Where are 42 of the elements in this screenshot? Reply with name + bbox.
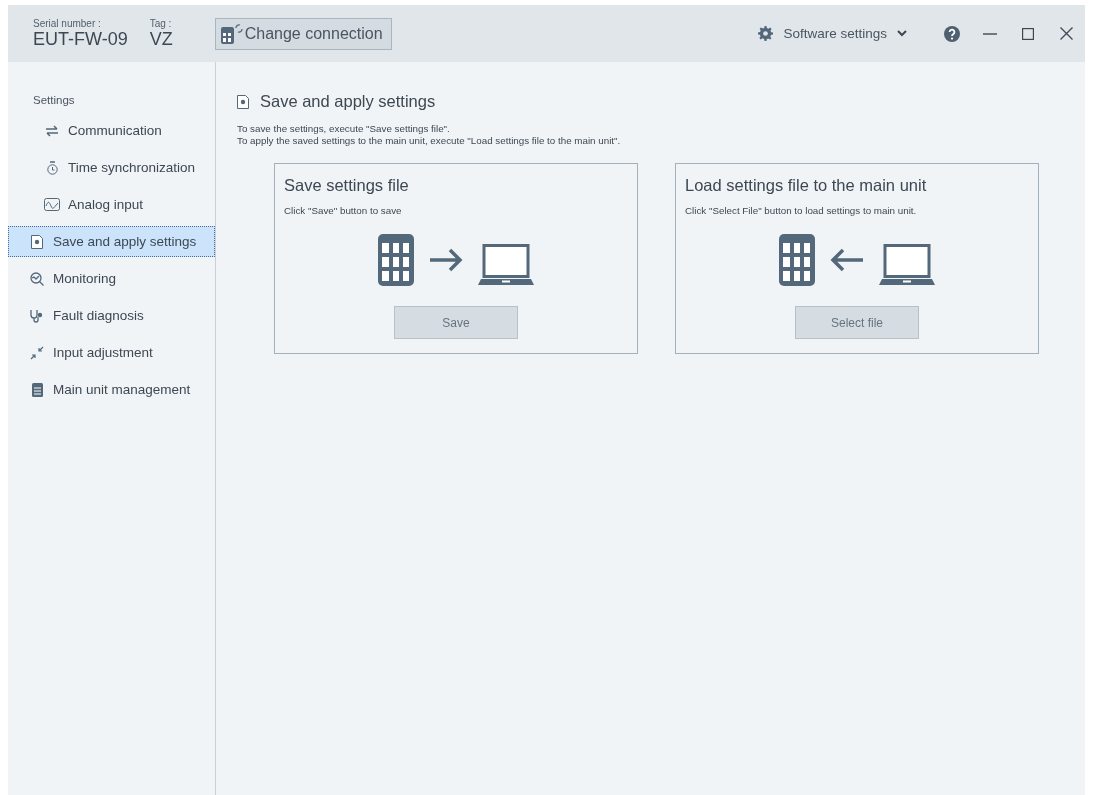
nav-item[interactable]: Save and apply settings: [8, 226, 215, 257]
nav-item[interactable]: Communication: [8, 115, 215, 146]
laptop-icon: [478, 244, 534, 286]
nav-item[interactable]: Main unit management: [8, 374, 215, 405]
card-description: Click "Select File" button to load settings to main unit.: [685, 205, 918, 216]
description-text: To save the settings, execute "Save settings file".: [237, 123, 451, 135]
tag-label: Tag :: [149, 18, 173, 29]
device-icon: [31, 382, 43, 397]
stopwatch-icon: [45, 160, 59, 175]
nav-item[interactable]: Analog input: [8, 189, 215, 220]
minimize-icon: [983, 32, 997, 35]
chevron-down-icon: [897, 30, 907, 37]
stethoscope-icon: [30, 308, 44, 323]
card-title: Load settings file to the main unit: [685, 176, 928, 195]
maximize-icon: [1022, 27, 1034, 40]
card-title: Save settings file: [284, 176, 410, 195]
serial-number-value: EUT-FW-09: [33, 29, 128, 49]
change-connection-button[interactable]: Change connection: [214, 17, 392, 50]
device-icon: [779, 234, 815, 286]
magnifier-icon: [29, 271, 45, 286]
document-gear-icon: [237, 94, 249, 109]
exchange-icon: [45, 124, 59, 137]
card-description: Click "Save" button to save: [284, 205, 403, 216]
serial-number-label: Serial number :: [33, 18, 102, 29]
laptop-icon: [879, 244, 935, 286]
waveform-icon: [44, 198, 60, 211]
device-icon: [378, 234, 414, 286]
nav-item[interactable]: Monitoring: [8, 263, 215, 294]
tag-value: VZ: [149, 29, 173, 49]
nav-item[interactable]: Fault diagnosis: [8, 300, 215, 331]
arrows-inward-icon: [30, 345, 44, 360]
software-settings-menu[interactable]: Software settings: [752, 25, 913, 42]
document-gear-icon: [31, 234, 43, 249]
settings-icon: [758, 26, 774, 41]
nav-item[interactable]: Input adjustment: [8, 337, 215, 368]
help-icon: [944, 25, 960, 42]
nav-item[interactable]: Time synchronization: [8, 152, 215, 183]
close-icon: [1059, 27, 1073, 40]
device-sync-icon: [220, 22, 243, 45]
section-heading: Settings: [32, 93, 76, 108]
page-title: Save and apply settings: [260, 92, 436, 111]
description-text: To apply the saved settings to the main unit, execute "Load settings file to the main unit".: [237, 135, 622, 147]
